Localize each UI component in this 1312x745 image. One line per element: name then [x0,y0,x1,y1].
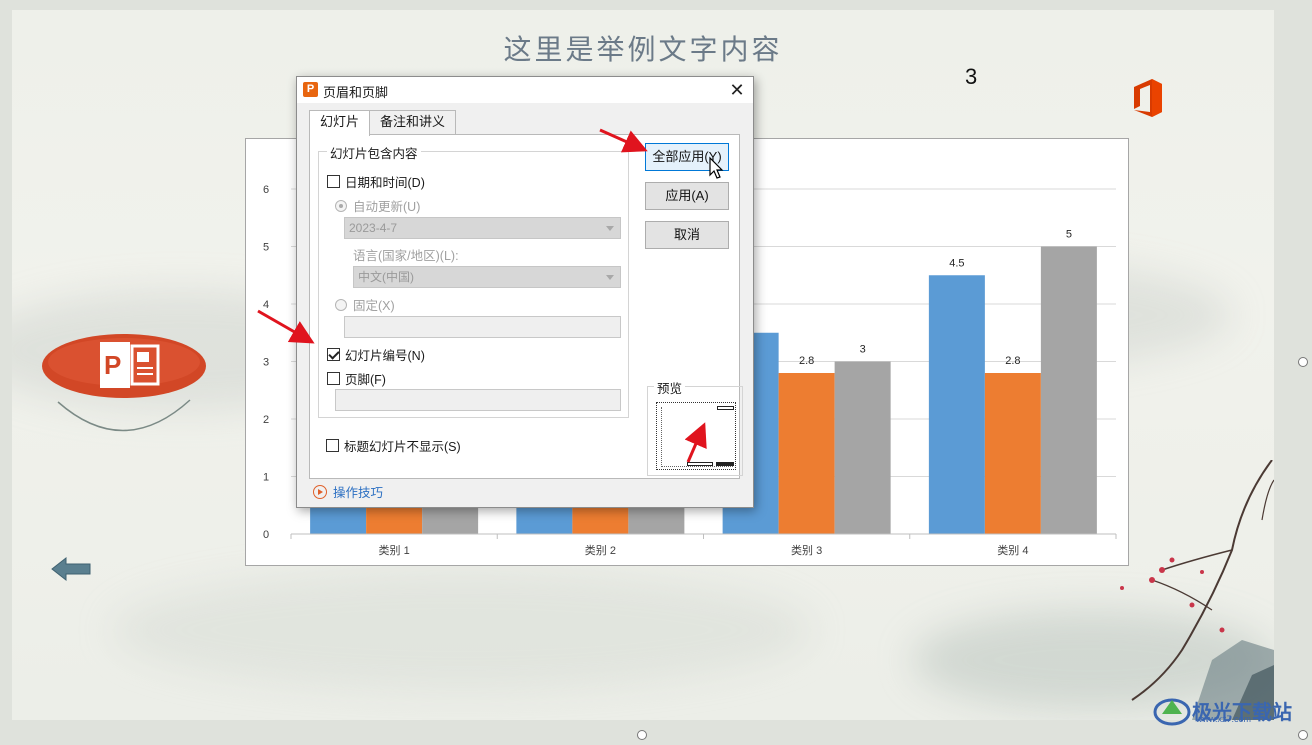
arrow-to-slide-number [257,309,315,344]
annotation-arrows [257,128,707,463]
arrow-to-preview [684,422,707,463]
watermark-url: www.xz7.com [1196,714,1252,724]
arrow-to-apply-all [599,128,648,153]
tab-slides[interactable]: 幻灯片 [309,110,371,136]
watermark-logo-icon [1153,698,1191,726]
watermark: 极光下载站 www.xz7.com [1152,692,1292,728]
